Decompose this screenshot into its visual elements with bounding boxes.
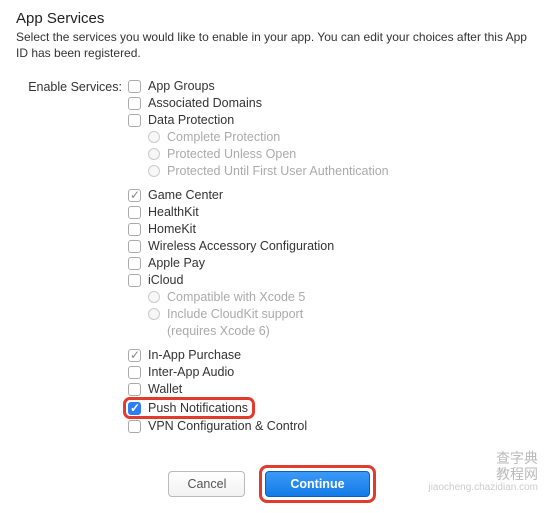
label-apple-pay: Apple Pay: [148, 256, 205, 270]
checkbox-wireless-accessory[interactable]: [128, 240, 141, 253]
label-complete-protection: Complete Protection: [167, 130, 280, 144]
label-in-app-purchase: In-App Purchase: [148, 348, 241, 362]
service-apple-pay[interactable]: Apple Pay: [128, 256, 528, 270]
page-title: App Services: [16, 10, 528, 27]
label-inter-app-audio: Inter-App Audio: [148, 365, 234, 379]
service-push-notifications[interactable]: Push Notifications: [128, 401, 248, 415]
label-data-protection: Data Protection: [148, 113, 234, 127]
checkbox-wallet[interactable]: [128, 383, 141, 396]
enable-services-label: Enable Services:: [16, 79, 128, 94]
service-game-center[interactable]: Game Center: [128, 188, 528, 202]
page-subtitle: Select the services you would like to en…: [16, 29, 528, 61]
label-wireless-accessory: Wireless Accessory Configuration: [148, 239, 334, 253]
checkbox-vpn-config[interactable]: [128, 420, 141, 433]
checkbox-homekit[interactable]: [128, 223, 141, 236]
services-list: App Groups Associated Domains Data Prote…: [128, 79, 528, 436]
radio-protected-until-auth: [148, 165, 160, 177]
checkbox-healthkit[interactable]: [128, 206, 141, 219]
service-homekit[interactable]: HomeKit: [128, 222, 528, 236]
label-icloud-cloudkit2-row: (requires Xcode 6): [167, 324, 528, 338]
radio-protected-unless-open: [148, 148, 160, 160]
service-wallet[interactable]: Wallet: [128, 382, 528, 396]
checkbox-icloud[interactable]: [128, 274, 141, 287]
label-wallet: Wallet: [148, 382, 182, 396]
enable-services-section: Enable Services: App Groups Associated D…: [16, 79, 528, 436]
label-associated-domains: Associated Domains: [148, 96, 262, 110]
service-data-protection[interactable]: Data Protection: [128, 113, 528, 127]
label-push-notifications: Push Notifications: [148, 401, 248, 415]
label-protected-unless-open: Protected Unless Open: [167, 147, 296, 161]
checkbox-apple-pay[interactable]: [128, 257, 141, 270]
radio-icloud-cloudkit-row: Include CloudKit support: [148, 307, 528, 321]
label-game-center: Game Center: [148, 188, 223, 202]
checkbox-game-center[interactable]: [128, 189, 141, 202]
data-protection-options: Complete Protection Protected Unless Ope…: [148, 130, 528, 178]
continue-button[interactable]: Continue: [265, 471, 369, 497]
radio-complete-protection-row: Complete Protection: [148, 130, 528, 144]
icloud-options: Compatible with Xcode 5 Include CloudKit…: [148, 290, 528, 338]
radio-icloud-xcode5-row: Compatible with Xcode 5: [148, 290, 528, 304]
label-icloud-cloudkit2: (requires Xcode 6): [167, 324, 270, 338]
service-healthkit[interactable]: HealthKit: [128, 205, 528, 219]
service-inter-app-audio[interactable]: Inter-App Audio: [128, 365, 528, 379]
label-protected-until-auth: Protected Until First User Authenticatio…: [167, 164, 389, 178]
checkbox-associated-domains[interactable]: [128, 97, 141, 110]
radio-protected-unless-open-row: Protected Unless Open: [148, 147, 528, 161]
label-homekit: HomeKit: [148, 222, 196, 236]
service-vpn-config[interactable]: VPN Configuration & Control: [128, 419, 528, 433]
service-wireless-accessory[interactable]: Wireless Accessory Configuration: [128, 239, 528, 253]
radio-icloud-cloudkit: [148, 308, 160, 320]
label-icloud-xcode5: Compatible with Xcode 5: [167, 290, 305, 304]
label-vpn-config: VPN Configuration & Control: [148, 419, 307, 433]
radio-protected-until-auth-row: Protected Until First User Authenticatio…: [148, 164, 528, 178]
button-bar: Cancel Continue: [0, 465, 544, 503]
checkbox-push-notifications[interactable]: [128, 402, 141, 415]
highlight-push-notifications: Push Notifications: [123, 397, 255, 419]
highlight-continue: Continue: [259, 465, 375, 503]
service-icloud[interactable]: iCloud: [128, 273, 528, 287]
checkbox-inter-app-audio[interactable]: [128, 366, 141, 379]
service-app-groups[interactable]: App Groups: [128, 79, 528, 93]
service-in-app-purchase[interactable]: In-App Purchase: [128, 348, 528, 362]
checkbox-data-protection[interactable]: [128, 114, 141, 127]
label-app-groups: App Groups: [148, 79, 215, 93]
label-icloud: iCloud: [148, 273, 183, 287]
radio-complete-protection: [148, 131, 160, 143]
service-associated-domains[interactable]: Associated Domains: [128, 96, 528, 110]
checkbox-in-app-purchase[interactable]: [128, 349, 141, 362]
radio-icloud-xcode5: [148, 291, 160, 303]
checkbox-app-groups[interactable]: [128, 80, 141, 93]
label-icloud-cloudkit1: Include CloudKit support: [167, 307, 303, 321]
label-healthkit: HealthKit: [148, 205, 199, 219]
cancel-button[interactable]: Cancel: [168, 471, 245, 497]
